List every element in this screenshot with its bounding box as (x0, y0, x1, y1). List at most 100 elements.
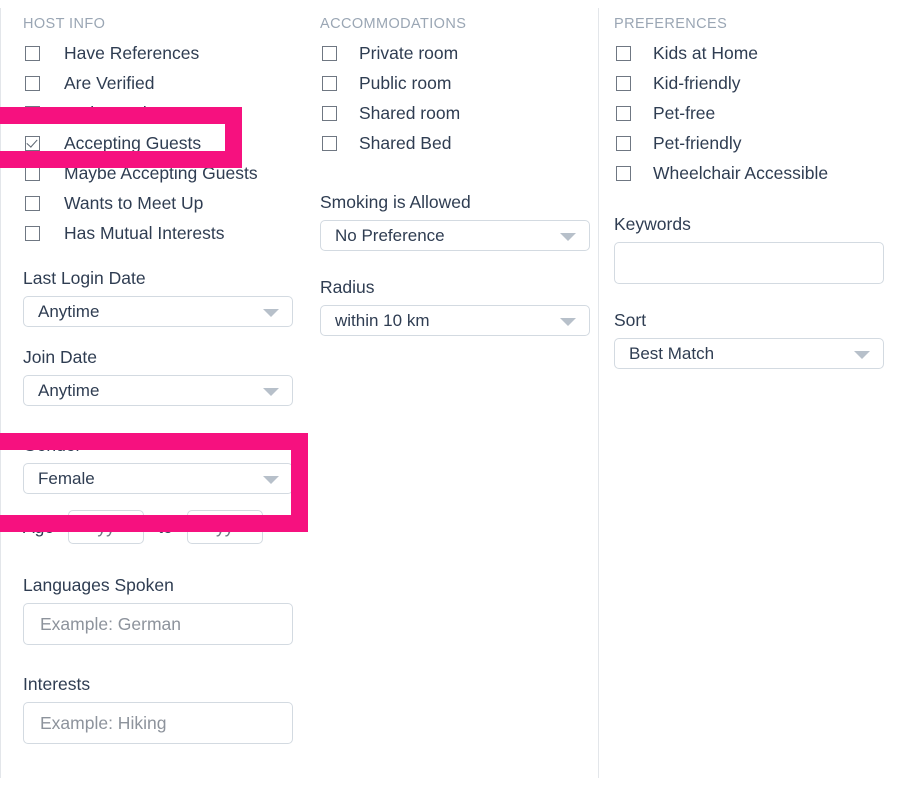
interests-group: Interests Example: Hiking (23, 674, 293, 744)
sort-label: Sort (614, 310, 647, 330)
checkbox-label-public-room: Public room (359, 72, 452, 93)
checkbox-label-pet-free: Pet-free (653, 102, 716, 123)
accommodations-column: ACCOMMODATIONS Private room Public room … (306, 0, 599, 788)
checkbox-pet-free[interactable] (616, 105, 631, 121)
checkbox-pet-friendly[interactable] (616, 135, 631, 151)
checkbox-label-maybe-accepting-guests: Maybe Accepting Guests (64, 162, 258, 183)
languages-spoken-input[interactable]: Example: German (23, 603, 293, 645)
radius-label: Radius (320, 277, 375, 297)
keywords-group: Keywords (614, 214, 889, 284)
age-range-group: Age yy to yy (23, 510, 292, 544)
checkbox-label-wants-to-meet-up: Wants to Meet Up (64, 192, 204, 213)
chevron-down-icon (263, 308, 279, 317)
checkbox-row-public-room[interactable]: Public room (320, 68, 585, 98)
radius-value: within 10 km (335, 310, 430, 330)
checkbox-row-has-mutual-interests[interactable]: Has Mutual Interests (23, 218, 292, 248)
smoking-allowed-group: Smoking is Allowed No Preference (320, 192, 590, 251)
age-to-placeholder: yy (216, 516, 234, 537)
keywords-input[interactable] (614, 242, 884, 284)
smoking-allowed-label: Smoking is Allowed (320, 192, 471, 212)
age-label: Age (23, 516, 55, 537)
languages-spoken-label: Languages Spoken (23, 575, 174, 595)
checkbox-row-kid-friendly[interactable]: Kid-friendly (614, 68, 889, 98)
checkbox-private-room[interactable] (322, 45, 337, 61)
sort-select[interactable]: Best Match (614, 338, 884, 369)
accommodations-heading: ACCOMMODATIONS (320, 16, 467, 32)
smoking-allowed-select[interactable]: No Preference (320, 220, 590, 251)
age-separator: to (158, 516, 173, 537)
checkbox-row-are-verified[interactable]: Are Verified (23, 68, 292, 98)
chevron-down-icon (263, 475, 279, 484)
age-from-placeholder: yy (97, 516, 115, 537)
checkbox-row-have-references[interactable]: Have References (23, 38, 292, 68)
search-filters-panel: HOST INFO Have References Are Verified A… (0, 0, 903, 788)
join-date-value: Anytime (38, 380, 100, 400)
age-from-input[interactable]: yy (68, 510, 145, 544)
radius-group: Radius within 10 km (320, 277, 590, 336)
host-info-heading: HOST INFO (23, 16, 106, 32)
checkbox-row-wants-to-meet-up[interactable]: Wants to Meet Up (23, 188, 292, 218)
join-date-label: Join Date (23, 347, 97, 367)
radius-select[interactable]: within 10 km (320, 305, 590, 336)
sort-value: Best Match (629, 343, 715, 363)
last-login-date-label: Last Login Date (23, 268, 146, 288)
checkbox-row-shared-room[interactable]: Shared room (320, 98, 585, 128)
chevron-down-icon (560, 317, 576, 326)
checkbox-row-wheelchair-accessible[interactable]: Wheelchair Accessible (614, 158, 889, 188)
keywords-label: Keywords (614, 214, 691, 234)
host-info-column: HOST INFO Have References Are Verified A… (0, 0, 306, 788)
checkbox-label-kids-at-home: Kids at Home (653, 42, 759, 63)
checkbox-label-shared-bed: Shared Bed (359, 132, 452, 153)
checkbox-row-kids-at-home[interactable]: Kids at Home (614, 38, 889, 68)
checkbox-wheelchair-accessible[interactable] (616, 165, 631, 181)
gender-label: Gender (23, 435, 82, 455)
checkbox-row-private-room[interactable]: Private room (320, 38, 585, 68)
checkbox-public-room[interactable] (322, 75, 337, 91)
checkbox-are-verified[interactable] (25, 75, 40, 91)
checkbox-kid-friendly[interactable] (616, 75, 631, 91)
checkbox-label-wheelchair-accessible: Wheelchair Accessible (653, 162, 829, 183)
gender-group: Gender Female (23, 435, 293, 494)
checkbox-row-shared-bed[interactable]: Shared Bed (320, 128, 585, 158)
languages-spoken-placeholder: Example: German (40, 613, 182, 634)
checkbox-label-has-mutual-interests: Has Mutual Interests (64, 222, 225, 243)
chevron-down-icon (263, 387, 279, 396)
checkbox-have-references[interactable] (25, 45, 40, 61)
interests-placeholder: Example: Hiking (40, 712, 167, 733)
checkbox-label-accepting-guests: Accepting Guests (64, 132, 202, 153)
last-login-date-value: Anytime (38, 301, 100, 321)
chevron-down-icon (560, 232, 576, 241)
checkbox-label-pet-friendly: Pet-friendly (653, 132, 742, 153)
checkbox-kids-at-home[interactable] (616, 45, 631, 61)
checkbox-shared-bed[interactable] (322, 135, 337, 151)
checkbox-maybe-accepting-guests[interactable] (25, 165, 40, 181)
preferences-heading: PREFERENCES (614, 16, 728, 32)
age-to-input[interactable]: yy (186, 510, 263, 544)
checkbox-row-pet-free[interactable]: Pet-free (614, 98, 889, 128)
interests-input[interactable]: Example: Hiking (23, 702, 293, 744)
checkbox-wants-to-meet-up[interactable] (25, 195, 40, 211)
checkbox-has-mutual-interests[interactable] (25, 225, 40, 241)
checkbox-ambassador[interactable] (25, 105, 40, 121)
checkbox-shared-room[interactable] (322, 105, 337, 121)
last-login-date-select[interactable]: Anytime (23, 296, 293, 327)
checkbox-accepting-guests[interactable] (25, 135, 40, 151)
checkbox-row-accepting-guests[interactable]: Accepting Guests (23, 128, 292, 158)
checkbox-label-have-references: Have References (64, 42, 200, 63)
checkbox-label-ambassador: Ambassador (64, 102, 163, 123)
checkbox-label-shared-room: Shared room (359, 102, 461, 123)
join-date-group: Join Date Anytime (23, 347, 293, 406)
gender-select[interactable]: Female (23, 463, 293, 494)
chevron-down-icon (854, 350, 870, 359)
checkbox-row-ambassador[interactable]: Ambassador (23, 98, 292, 128)
checkbox-label-are-verified: Are Verified (64, 72, 155, 93)
checkbox-row-pet-friendly[interactable]: Pet-friendly (614, 128, 889, 158)
interests-label: Interests (23, 674, 91, 694)
smoking-allowed-value: No Preference (335, 225, 445, 245)
checkbox-label-private-room: Private room (359, 42, 459, 63)
sort-group: Sort Best Match (614, 310, 889, 369)
join-date-select[interactable]: Anytime (23, 375, 293, 406)
languages-spoken-group: Languages Spoken Example: German (23, 575, 293, 645)
checkbox-row-maybe-accepting-guests[interactable]: Maybe Accepting Guests (23, 158, 292, 188)
checkbox-label-kid-friendly: Kid-friendly (653, 72, 741, 93)
